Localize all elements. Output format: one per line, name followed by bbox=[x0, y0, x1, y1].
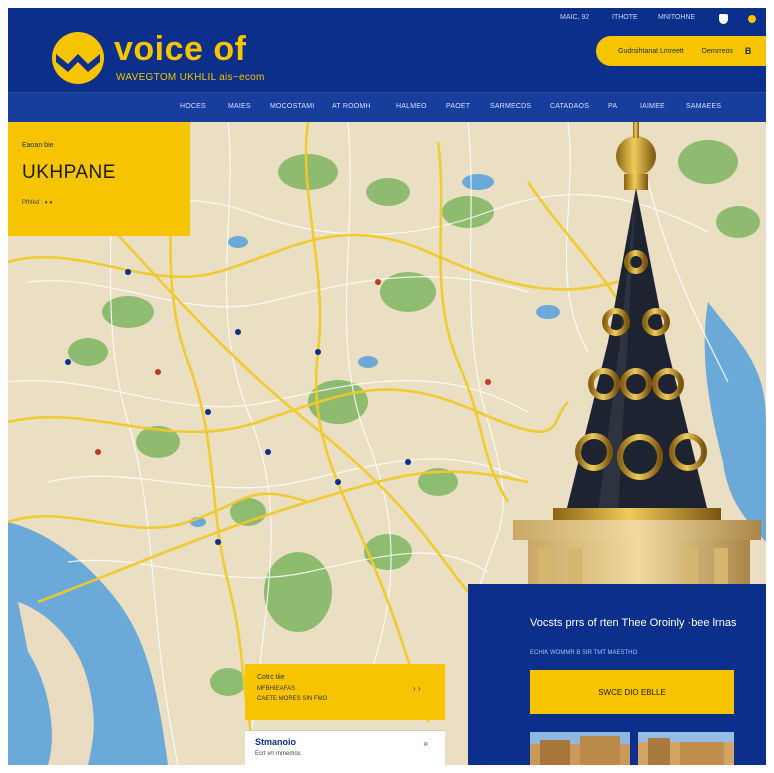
brand-title[interactable]: voice of bbox=[114, 30, 246, 69]
site-header: voice of WAVEGTOM UKHLIL ais~ecom MAIC, … bbox=[8, 8, 766, 92]
white-card-subtitle: Ecrt vrr mmemos bbox=[255, 751, 301, 757]
nav-item-4[interactable]: AT ROOMH bbox=[332, 103, 371, 110]
hero-box: Eaoan bie UKHPANE Pfhfed · ♦ ♦ bbox=[8, 122, 190, 236]
nav-item-1[interactable]: HOCES bbox=[180, 103, 206, 110]
info-card-line-2: CAETE MORES SIN FMO bbox=[257, 696, 328, 702]
status-dot-icon[interactable] bbox=[748, 15, 756, 23]
nav-item-6[interactable]: PAOET bbox=[446, 103, 470, 110]
info-card-white[interactable]: Stmanoio Ecrt vrr mmemos × bbox=[245, 730, 445, 765]
nav-item-5[interactable]: HALMEO bbox=[396, 103, 427, 110]
cta-right-label: Dernrreos bbox=[701, 47, 733, 55]
nav-item-8[interactable]: CATADAOS bbox=[550, 103, 589, 110]
header-cta-button[interactable]: Gudrsihtanat Lmreett Dernrreos B bbox=[596, 36, 766, 66]
info-card-arrow-icon[interactable]: › › bbox=[413, 684, 421, 693]
panel-action-button[interactable]: SWCE DIO EBLLE bbox=[530, 670, 734, 714]
cta-letter-icon: B bbox=[744, 46, 752, 56]
info-card-title: Cotrc tiie bbox=[257, 674, 285, 681]
panel-title: Vocsts prrs of rten Thee Oroinly ·bee lr… bbox=[530, 617, 737, 629]
info-panel: Vocsts prrs of rten Thee Oroinly ·bee lr… bbox=[468, 584, 766, 765]
hero-meta: Pfhfed · ♦ ♦ bbox=[22, 200, 53, 206]
page-frame: voice of WAVEGTOM UKHLIL ais~ecom MAIC, … bbox=[8, 8, 766, 765]
hero-kicker: Eaoan bie bbox=[22, 142, 54, 149]
info-card-yellow[interactable]: Cotrc tiie MFBHIEAFAS CAETE MORES SIN FM… bbox=[245, 664, 445, 720]
thumbnail-images bbox=[530, 732, 734, 765]
util-link-1[interactable]: MAIC, 92 bbox=[560, 14, 589, 21]
util-link-2[interactable]: ITHOTE bbox=[612, 14, 638, 21]
nav-item-11[interactable]: SAMAEES bbox=[686, 103, 721, 110]
util-link-3[interactable]: MNITOHNE bbox=[658, 14, 695, 21]
panel-subtitle: ECHIK WOMMR B SIR TMT MAESTHO bbox=[530, 650, 638, 656]
nav-item-7[interactable]: SARMECDS bbox=[490, 103, 531, 110]
cta-left-label: Gudrsihtanat Lmreett bbox=[618, 47, 684, 55]
shield-icon[interactable] bbox=[719, 14, 728, 24]
info-card-line-1: MFBHIEAFAS bbox=[257, 686, 296, 692]
nav-item-2[interactable]: MAIES bbox=[228, 103, 251, 110]
close-icon[interactable]: × bbox=[423, 739, 428, 749]
nav-item-9[interactable]: PA bbox=[608, 103, 617, 110]
hero-title: UKHPANE bbox=[22, 162, 116, 183]
white-card-title: Stmanoio bbox=[255, 737, 297, 747]
main-nav: HOCES MAIES MOCOSTAMI AT ROOMH HALMEO PA… bbox=[8, 92, 766, 122]
panel-thumbnails[interactable] bbox=[530, 732, 734, 765]
nav-item-10[interactable]: IAIMEE bbox=[640, 103, 665, 110]
brand-logo-icon[interactable] bbox=[52, 32, 104, 84]
nav-item-3[interactable]: MOCOSTAMI bbox=[270, 103, 314, 110]
brand-subtitle: WAVEGTOM UKHLIL ais~ecom bbox=[116, 72, 265, 83]
